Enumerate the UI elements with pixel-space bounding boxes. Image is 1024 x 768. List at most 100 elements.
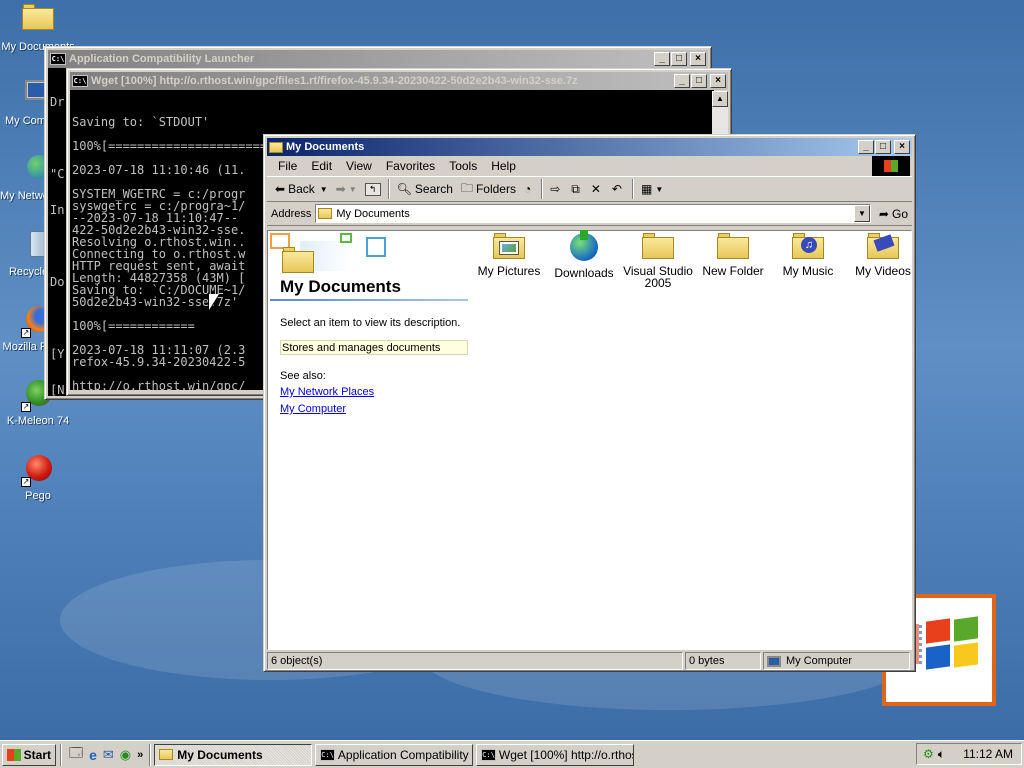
panel-description: Stores and manages documents xyxy=(280,340,468,355)
task-wget[interactable]: C:\ Wget [100%] http://o.rthos... xyxy=(476,743,635,766)
panel-decor xyxy=(270,233,390,277)
address-bar: Address My Documents ▼ ➦ Go xyxy=(267,202,912,226)
link-my-computer[interactable]: My Computer xyxy=(280,403,346,415)
desktop-icon-label: K-Meleon 74 xyxy=(6,415,70,427)
item-label: Downloads xyxy=(554,266,614,280)
taskbar-divider xyxy=(60,743,62,766)
wget-titlebar[interactable]: C:\ Wget [100%] http://o.rthost.win/gpc/… xyxy=(70,72,728,90)
menu-edit[interactable]: Edit xyxy=(304,159,339,173)
forward-button[interactable]: ➡ ▼ xyxy=(332,178,361,200)
scroll-up-button[interactable]: ▲ xyxy=(712,91,728,107)
media-icon[interactable]: ◉ xyxy=(120,747,131,763)
desktop-icon-pego[interactable]: ↗ Pego xyxy=(0,453,76,503)
explorer-window[interactable]: My Documents _ □ × File Edit View Favori… xyxy=(263,134,916,672)
folder-view[interactable]: My Documents Select an item to view its … xyxy=(267,230,912,650)
minimize-button[interactable]: _ xyxy=(858,140,874,154)
start-button[interactable]: Start xyxy=(2,743,56,766)
menu-help[interactable]: Help xyxy=(484,159,523,173)
chevron-down-icon[interactable]: ▼ xyxy=(655,185,663,194)
explorer-titlebar[interactable]: My Documents _ □ × xyxy=(267,138,912,156)
toolbar-separator xyxy=(631,179,634,199)
pictures-folder-icon xyxy=(493,233,525,259)
console-icon: C:\ xyxy=(481,748,496,761)
pego-icon: ↗ xyxy=(21,453,55,487)
taskbar-divider xyxy=(149,743,152,766)
address-value: My Documents xyxy=(336,207,410,220)
acl-titlebar[interactable]: C:\ Application Compatibility Launcher _… xyxy=(48,50,708,68)
status-zone-label: My Computer xyxy=(786,655,853,667)
menu-tools[interactable]: Tools xyxy=(442,159,484,173)
move-to-button[interactable]: ⇨ xyxy=(546,178,567,200)
maximize-button[interactable]: □ xyxy=(671,52,687,66)
item-visual-studio-2005[interactable]: Visual Studio 2005 xyxy=(621,233,695,289)
menu-view[interactable]: View xyxy=(339,159,379,173)
undo-button[interactable]: ↶ xyxy=(608,178,629,200)
item-my-music[interactable]: ♫ My Music xyxy=(771,233,845,277)
task-app-compat-launcher[interactable]: C:\ Application Compatibility L... xyxy=(315,743,474,766)
task-label: Wget [100%] http://o.rthos... xyxy=(498,747,635,762)
address-input[interactable]: My Documents ▼ xyxy=(315,204,871,223)
clock[interactable]: 11:12 AM xyxy=(963,747,1013,761)
minimize-button[interactable]: _ xyxy=(654,52,670,66)
chevron-down-icon[interactable]: ▼ xyxy=(349,185,357,194)
history-icon: ◔ xyxy=(523,182,532,196)
status-bar: 6 object(s) 0 bytes My Computer xyxy=(267,652,912,670)
search-label: Search xyxy=(414,182,453,196)
folder-icon xyxy=(159,749,174,760)
volume-tray-icon[interactable]: 🔈︎ xyxy=(938,747,945,762)
webview-panel: My Documents Select an item to view its … xyxy=(268,231,468,431)
chevron-down-icon[interactable]: ▼ xyxy=(320,185,328,194)
item-my-pictures[interactable]: My Pictures xyxy=(472,233,546,277)
up-folder-button[interactable]: ↰ xyxy=(361,178,385,200)
menu-favorites[interactable]: Favorites xyxy=(379,159,442,173)
item-label: My Videos xyxy=(855,264,911,278)
item-label: Visual Studio 2005 xyxy=(623,264,693,290)
delete-button[interactable]: ✕ xyxy=(587,178,608,200)
folder-icon xyxy=(282,247,314,273)
up-folder-icon: ↰ xyxy=(364,182,381,196)
item-label: My Music xyxy=(782,264,834,278)
toolbar-separator xyxy=(541,179,544,199)
item-label: New Folder xyxy=(702,264,764,278)
network-tray-icon[interactable]: ⚙ xyxy=(923,747,934,761)
desktop-icon-label: Pego xyxy=(25,490,51,502)
item-my-videos[interactable]: My Videos xyxy=(846,233,920,277)
go-button[interactable]: ➦ Go xyxy=(875,203,912,225)
views-button[interactable]: ▦ ▼ xyxy=(637,178,667,200)
quicklaunch-more-icon[interactable]: » xyxy=(137,749,143,761)
history-button[interactable]: ◔ xyxy=(520,178,538,200)
close-button[interactable]: × xyxy=(710,74,726,88)
copy-to-button[interactable]: ⧉ xyxy=(567,178,587,200)
address-dropdown-button[interactable]: ▼ xyxy=(853,205,870,222)
item-downloads[interactable]: Downloads xyxy=(547,230,621,280)
standard-toolbar: ⬅ Back ▼ ➡ ▼ ↰ 🔍︎ Search 🗀 Folders ◔ ⇨ ⧉… xyxy=(267,176,912,202)
item-new-folder[interactable]: New Folder xyxy=(696,233,770,277)
back-button[interactable]: ⬅ Back ▼ xyxy=(271,178,332,200)
folder-icon xyxy=(21,4,55,38)
menu-file[interactable]: File xyxy=(271,159,304,173)
maximize-button[interactable]: □ xyxy=(875,140,891,154)
folders-button[interactable]: 🗀 Folders xyxy=(457,178,520,200)
minimize-button[interactable]: _ xyxy=(674,74,690,88)
close-button[interactable]: × xyxy=(894,140,910,154)
maximize-button[interactable]: □ xyxy=(691,74,707,88)
task-my-documents[interactable]: My Documents xyxy=(154,743,313,766)
folders-label: Folders xyxy=(475,182,516,196)
search-button[interactable]: 🔍︎ Search xyxy=(393,178,457,200)
panel-divider xyxy=(270,299,468,301)
status-zone: My Computer xyxy=(763,652,910,670)
close-button[interactable]: × xyxy=(690,52,706,66)
task-label: Application Compatibility L... xyxy=(337,747,472,762)
show-desktop-icon[interactable]: 🗔 xyxy=(69,744,83,766)
views-icon: ▦ xyxy=(640,182,653,196)
system-tray: ⚙ 🔈︎ 11:12 AM xyxy=(916,743,1022,765)
console-icon: C:\ xyxy=(50,53,66,65)
toolbar-separator xyxy=(387,179,390,199)
outlook-icon[interactable]: ✉ xyxy=(103,747,114,763)
link-my-network-places[interactable]: My Network Places xyxy=(280,386,374,398)
delete-icon: ✕ xyxy=(590,182,601,196)
globe-download-icon xyxy=(570,230,598,261)
menu-bar: File Edit View Favorites Tools Help xyxy=(267,156,912,176)
copy-to-icon: ⧉ xyxy=(571,181,580,196)
ie-icon[interactable]: e xyxy=(89,747,97,763)
